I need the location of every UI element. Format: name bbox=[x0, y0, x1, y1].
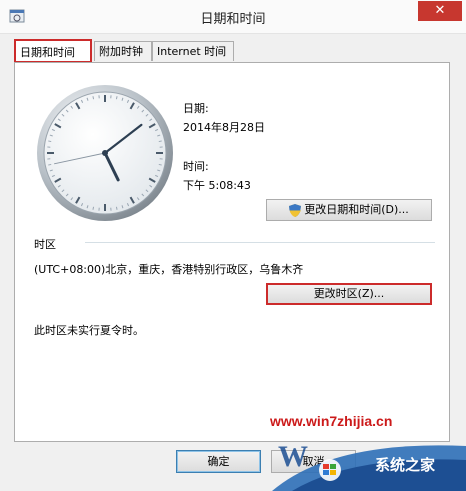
timezone-value: (UTC+08:00)北京，重庆，香港特别行政区，乌鲁木齐 bbox=[34, 263, 304, 276]
tab-panel: 日期: 2014年8月28日 时间: 下午 5:08:43 更改日期和时间(D)… bbox=[14, 62, 450, 442]
clock-minute-tick bbox=[92, 206, 95, 210]
close-button[interactable]: ✕ bbox=[418, 1, 462, 21]
date-label: 日期: bbox=[183, 102, 209, 115]
watermark-url: www.win7zhijia.cn bbox=[270, 413, 393, 429]
window-title: 日期和时间 bbox=[200, 12, 266, 27]
tab-date-time[interactable]: 日期和时间 bbox=[14, 39, 92, 63]
ok-button[interactable]: 确定 bbox=[176, 450, 261, 473]
clock-minute-tick bbox=[158, 163, 162, 166]
clock-minute-tick bbox=[48, 140, 52, 143]
change-date-time-label: 更改日期和时间(D)... bbox=[304, 203, 409, 216]
clock-minute-tick bbox=[92, 96, 95, 100]
change-timezone-label: 更改时区(Z)... bbox=[313, 287, 385, 300]
clock-minute-tick bbox=[158, 140, 162, 143]
uac-shield-icon bbox=[289, 203, 302, 217]
date-time-dialog: 日期和时间 ✕ 日期和时间 附加时钟 Internet 时间 日期: 2014年… bbox=[0, 0, 466, 491]
tab-additional-clocks[interactable]: 附加时钟 bbox=[94, 41, 152, 61]
time-value: 下午 5:08:43 bbox=[183, 179, 251, 192]
change-date-time-button[interactable]: 更改日期和时间(D)... bbox=[266, 199, 432, 221]
timezone-section-label: 时区 bbox=[34, 238, 56, 251]
watermark-site-name: 系统之家 bbox=[375, 456, 436, 474]
change-timezone-button[interactable]: 更改时区(Z)... bbox=[266, 283, 432, 305]
tab-internet-time[interactable]: Internet 时间 bbox=[152, 41, 234, 61]
svg-text:W: W bbox=[278, 440, 308, 473]
watermark-logo: W bbox=[272, 440, 466, 491]
timezone-separator bbox=[85, 242, 435, 243]
title-bar[interactable]: 日期和时间 ✕ bbox=[0, 0, 466, 34]
time-label: 时间: bbox=[183, 160, 209, 173]
clock-minute-tick bbox=[115, 206, 118, 210]
close-icon: ✕ bbox=[434, 3, 446, 18]
clock-minute-tick bbox=[115, 96, 118, 100]
dst-note: 此时区未实行夏令时。 bbox=[34, 324, 144, 337]
date-value: 2014年8月28日 bbox=[183, 121, 265, 134]
analog-clock bbox=[37, 85, 173, 221]
clock-minute-tick bbox=[48, 163, 52, 166]
